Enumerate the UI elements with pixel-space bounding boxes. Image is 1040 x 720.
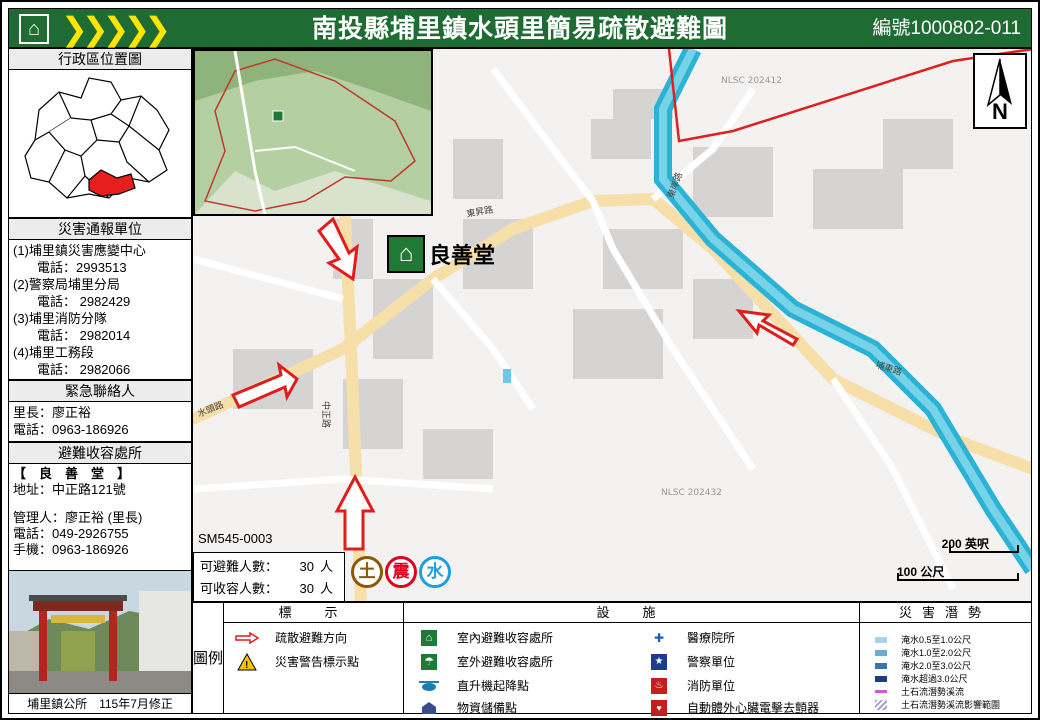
evacuation-map: 中正路 水頭路 東昇路 東岸路 埔東路 NLSC 202432 NLSC 202…	[192, 48, 1032, 602]
unit-name: (3)埔里消防分隊	[13, 311, 107, 326]
potential-swatch	[875, 690, 887, 693]
reporting-title: 災害通報單位	[8, 218, 192, 240]
legend-item: 疏散避難方向	[233, 629, 347, 646]
potential-label: 土石流潛勢溪流	[901, 687, 965, 697]
potential-label: 淹水1.0至2.0公尺	[901, 648, 972, 658]
township-outline-map	[24, 77, 170, 199]
potential-swatch	[875, 699, 887, 710]
shelter-address: 地址：中正路121號	[13, 482, 126, 497]
legend-potential-title: 災害潛勢	[859, 603, 1031, 623]
emergency-contact: 里長：廖正裕 電話：0963-186926	[8, 402, 192, 442]
chief-phone: 電話：0963-186926	[13, 422, 129, 437]
warning-triangle-icon: !	[233, 652, 261, 671]
potential-swatch	[875, 675, 887, 682]
potential-label: 土石流潛勢溪流影響範圍	[901, 700, 1001, 710]
shelter-label: 良善堂	[429, 243, 496, 268]
medical-icon: ✚	[653, 630, 665, 645]
chief-name: 里長：廖正裕	[13, 405, 92, 420]
shelter-info: 【 良 善 堂 】 地址：中正路121號 管理人：廖正裕 (里長) 電話：049…	[8, 464, 192, 572]
indoor-shelter-icon: ⌂	[387, 235, 425, 273]
legend-item: 直升機起降點	[415, 677, 529, 694]
supply-depot-icon	[415, 700, 443, 716]
police-icon: ★	[645, 653, 673, 670]
evacuation-arrow-icon	[233, 630, 261, 646]
legend-item: ! 災害警告標示點	[233, 652, 359, 671]
potential-swatch	[875, 636, 887, 643]
legend-item: ☂ 室外避難收容處所	[415, 653, 553, 670]
legend-item: ⌂ 室內避難收容處所	[415, 629, 553, 646]
legend-markers-title: 標 示	[223, 603, 403, 623]
location-map	[8, 70, 192, 218]
unit-name: (1)埔里鎮災害應變中心	[13, 243, 146, 258]
unit-phone: 電話： 2982066	[37, 362, 131, 377]
shelter-mobile: 手機：0963-186926	[13, 542, 129, 557]
unit-label: 人	[320, 581, 334, 596]
earthquake-hazard-icon: 震	[385, 556, 417, 588]
capacity-value: 30	[299, 581, 315, 596]
shelter-marker[interactable]: ⌂ 良善堂	[387, 235, 495, 273]
landslide-hazard-icon: 土	[351, 556, 383, 588]
unit-name: (2)警察局埔里分局	[13, 277, 120, 292]
legend: 圖例 標 示 疏散避難方向 ! 災害警告標示點 設 施 ⌂ 室內避難收容處所 ☂ 室外…	[192, 602, 1032, 716]
shelter-phone: 電話：049-2926755	[13, 526, 129, 541]
potential-item: 淹水2.0至3.0公尺	[875, 659, 971, 672]
grid-label: NLSC 202412	[721, 76, 782, 86]
shelter-name: 【 良 善 堂 】	[13, 466, 131, 481]
svg-text:!: !	[245, 660, 248, 671]
aed-icon: ♥	[645, 699, 673, 716]
flood-hazard-icon: 水	[419, 556, 451, 588]
potential-item: 土石流潛勢溪流影響範圍	[875, 698, 1000, 711]
legend-item: ♨ 消防單位	[645, 677, 735, 694]
unit-phone: 電話： 2982429	[37, 294, 131, 309]
title-bar: ⌂ ❯❯❯❯❯ 南投縣埔里鎮水頭里簡易疏散避難圖 編號1000802-011	[8, 8, 1032, 48]
unit-name: (4)埔里工務段	[13, 345, 94, 360]
evacuees-value: 30	[299, 559, 315, 574]
sm-code: SM545-0003	[198, 531, 273, 546]
potential-swatch	[875, 649, 887, 656]
fire-dept-icon: ♨	[645, 677, 673, 694]
reporting-units: (1)埔里鎮災害應變中心 電話：2993513 (2)警察局埔里分局 電話： 2…	[8, 240, 192, 380]
road-label: 東昇路	[465, 203, 494, 220]
potential-item: 淹水1.0至2.0公尺	[875, 646, 971, 659]
shelter-manager: 管理人：廖正裕 (里長)	[13, 510, 143, 525]
unit-phone: 電話：2993513	[37, 260, 127, 275]
grid-label: NLSC 202432	[661, 488, 722, 498]
map-code: 編號1000802-011	[872, 18, 1021, 39]
evacuees-label: 可避難人數：	[200, 559, 279, 574]
legend-side-title: 圖例	[193, 650, 224, 667]
potential-item: 淹水超過3.0公尺	[875, 672, 968, 685]
legend-facilities-title: 設 施	[403, 603, 859, 623]
credit-text: 埔里鎮公所 115年7月修正	[8, 694, 192, 714]
potential-label: 淹水0.5至1.0公尺	[901, 635, 972, 645]
indoor-shelter-icon: ⌂	[415, 629, 443, 646]
legend-item: ✚ 醫療院所	[645, 629, 735, 646]
shelter-photo	[8, 570, 192, 694]
emergency-title: 緊急聯絡人	[8, 380, 192, 402]
unit-phone: 電話： 2982014	[37, 328, 131, 343]
potential-item: 土石流潛勢溪流	[875, 685, 964, 698]
legend-item: ♥ 自動體外心臟電擊去顫器	[645, 699, 819, 716]
potential-label: 淹水2.0至3.0公尺	[901, 661, 972, 671]
potential-swatch	[875, 662, 887, 669]
helicopter-icon	[415, 678, 443, 694]
road-label: 中正路	[320, 401, 332, 428]
unit-label: 人	[320, 559, 334, 574]
north-arrow: N	[973, 53, 1027, 129]
area-inset-map	[193, 49, 433, 216]
capacity-box: 可避難人數： 30 人 可收容人數： 30 人	[193, 552, 345, 601]
legend-item: 物資儲備點	[415, 699, 517, 716]
potential-item: 淹水0.5至1.0公尺	[875, 633, 971, 646]
north-label: N	[992, 99, 1008, 124]
capacity-label: 可收容人數：	[200, 581, 279, 596]
shelter-info-title: 避難收容處所	[8, 442, 192, 464]
outdoor-shelter-icon: ☂	[415, 653, 443, 670]
legend-item: ★ 警察單位	[645, 653, 735, 670]
location-map-title: 行政區位置圖	[8, 48, 192, 70]
potential-label: 淹水超過3.0公尺	[901, 674, 968, 684]
scale-bar: 200 英呎 100 公尺	[889, 535, 1019, 591]
